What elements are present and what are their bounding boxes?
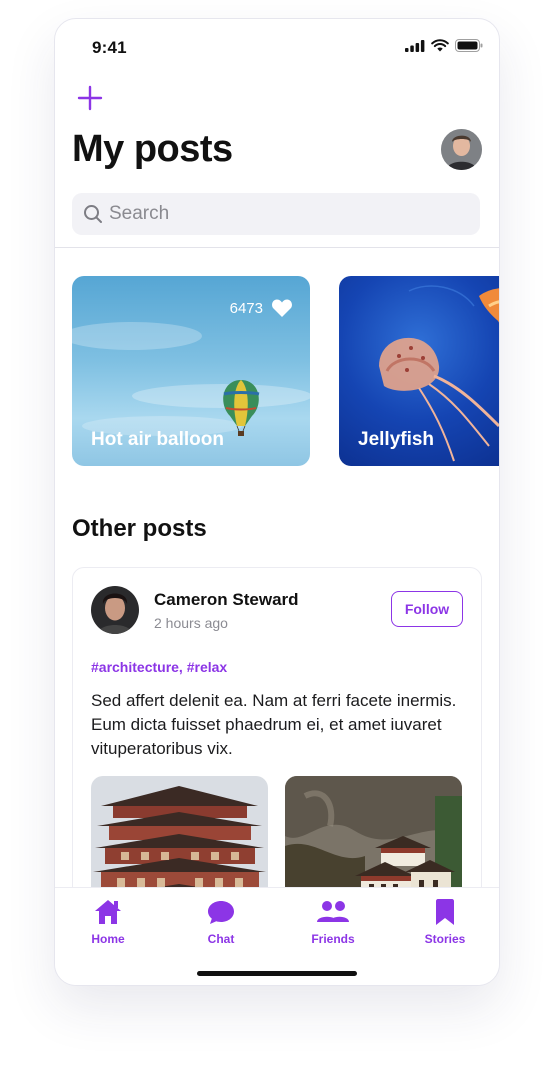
- post-card-hot-air-balloon[interactable]: 6473 Hot air balloon: [72, 276, 310, 466]
- section-title-other-posts: Other posts: [72, 515, 207, 542]
- status-icons: [405, 39, 483, 52]
- tab-home[interactable]: Home: [63, 898, 153, 946]
- page-title: My posts: [72, 128, 233, 170]
- tab-label: Home: [91, 932, 125, 946]
- add-post-icon[interactable]: [77, 85, 103, 111]
- chat-icon: [208, 901, 234, 924]
- status-time: 9:41: [92, 38, 127, 57]
- signal-icon: [405, 39, 425, 52]
- status-bar: 9:41: [55, 19, 499, 75]
- post-timestamp: 2 hours ago: [154, 615, 228, 631]
- card-title: Hot air balloon: [91, 429, 224, 450]
- tab-label: Chat: [207, 932, 235, 946]
- friends-icon: [317, 901, 349, 922]
- search-icon: [84, 205, 102, 223]
- likes-count: 6473: [229, 299, 263, 317]
- search-placeholder: Search: [109, 203, 170, 224]
- post-card: Cameron Steward 2 hours ago Follow #arch…: [72, 567, 482, 929]
- tab-chat[interactable]: Chat: [176, 898, 266, 946]
- bookmark-icon: [436, 899, 454, 925]
- user-avatar[interactable]: [441, 129, 482, 170]
- home-indicator: [197, 971, 357, 976]
- post-card-jellyfish[interactable]: Jellyfish: [339, 276, 499, 466]
- phone-frame: 9:41 My posts Search 6473 Hot air balloo…: [54, 18, 500, 986]
- tab-label: Friends: [311, 932, 355, 946]
- wifi-icon: [431, 39, 449, 52]
- post-tags[interactable]: #architecture, #relax: [91, 659, 227, 675]
- author-name[interactable]: Cameron Steward: [154, 590, 299, 610]
- battery-icon: [455, 39, 483, 52]
- follow-button[interactable]: Follow: [391, 591, 463, 627]
- home-icon: [95, 900, 121, 924]
- search-input[interactable]: Search: [72, 193, 480, 235]
- tab-label: Stories: [424, 932, 466, 946]
- likes-counter: 6473: [230, 298, 293, 318]
- heart-icon[interactable]: [271, 298, 293, 318]
- header-divider: [55, 247, 499, 248]
- post-text: Sed affert delenit ea. Nam at ferri face…: [91, 691, 457, 758]
- card-title: Jellyfish: [358, 429, 435, 450]
- tab-stories[interactable]: Stories: [400, 898, 490, 946]
- author-avatar[interactable]: [91, 586, 139, 634]
- tab-friends[interactable]: Friends: [288, 898, 378, 946]
